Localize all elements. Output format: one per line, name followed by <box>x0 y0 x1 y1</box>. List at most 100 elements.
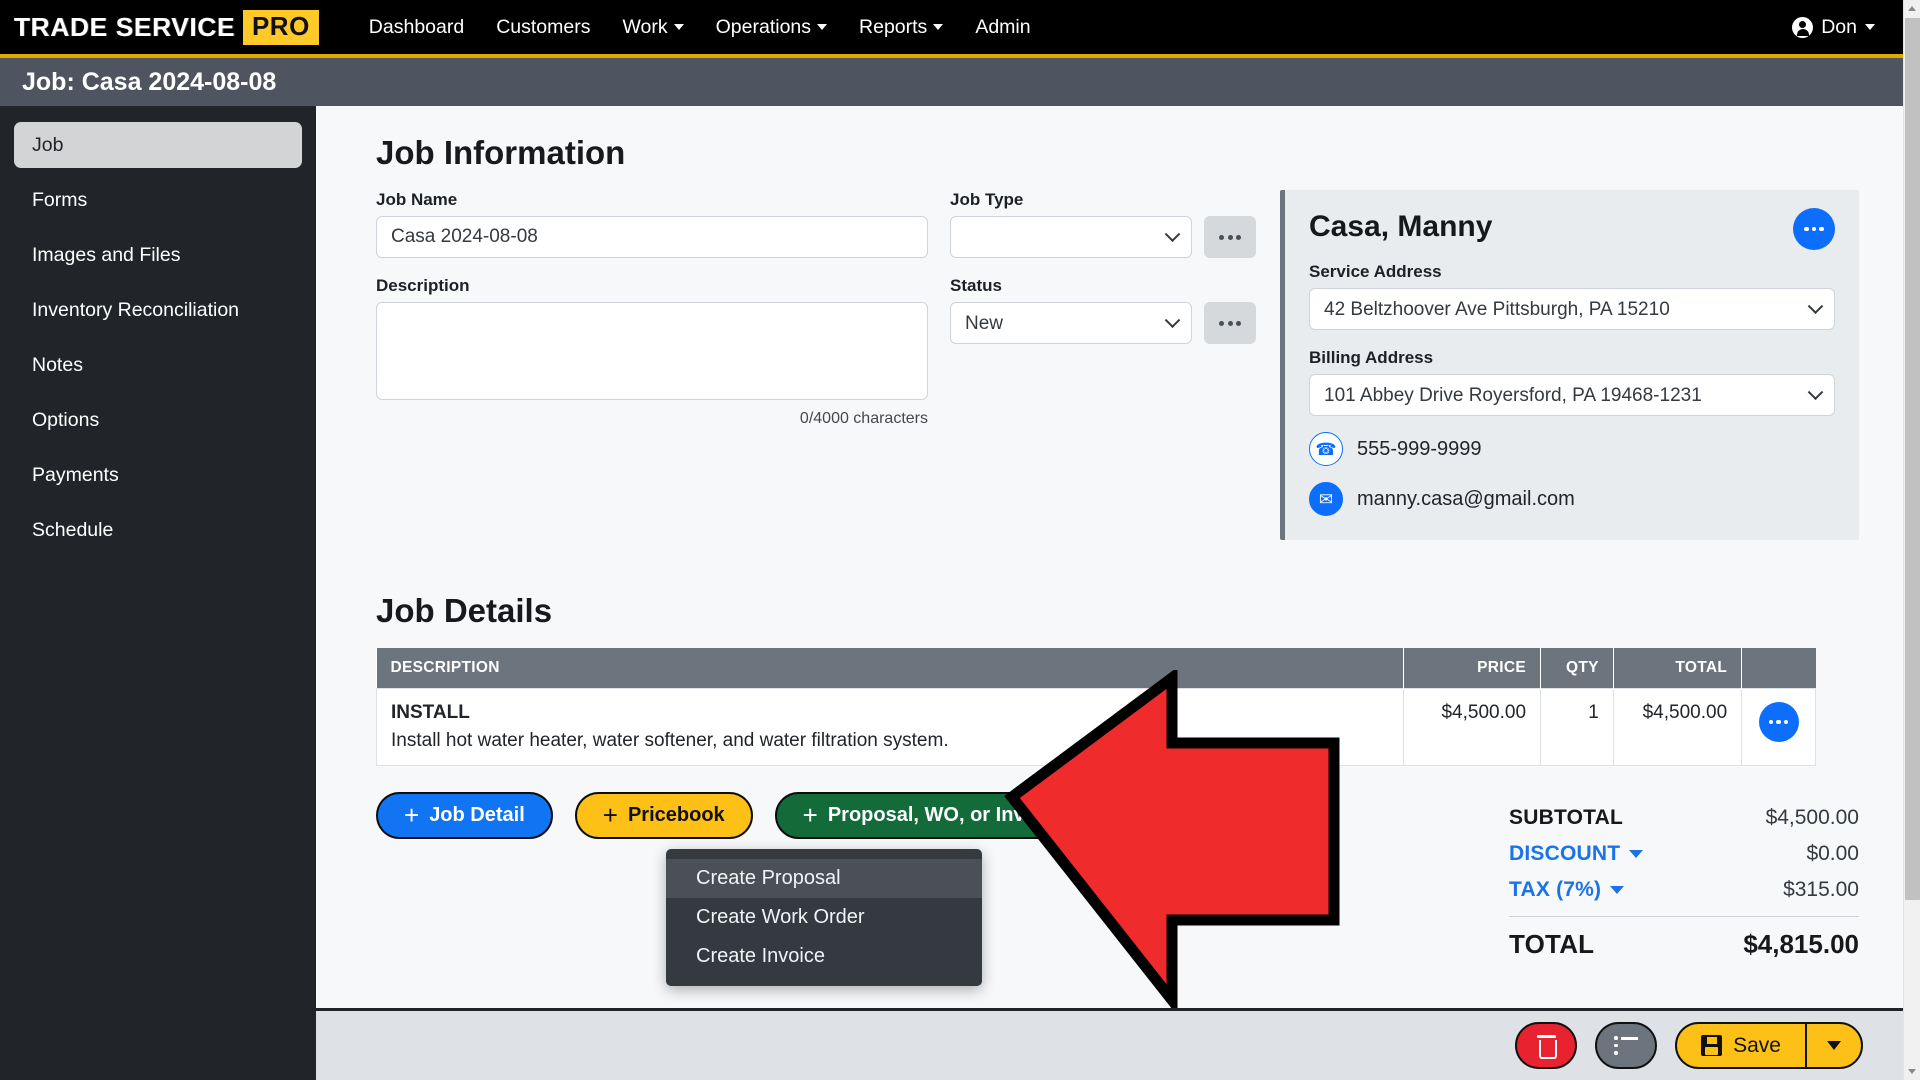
ellipsis-icon <box>1236 234 1241 240</box>
ellipsis-icon <box>1768 719 1774 725</box>
nav-item-label: Work <box>622 15 668 38</box>
job-information-left-column: Job Name Description 0/4000 characters <box>376 190 928 428</box>
scrollbar-thumb[interactable] <box>1905 18 1920 900</box>
description-char-count: 0/4000 characters <box>799 410 928 427</box>
sidebar-item-payments[interactable]: Payments <box>14 452 302 498</box>
dropdown-item-create-invoice[interactable]: Create Invoice <box>666 937 982 976</box>
cell-actions <box>1741 688 1816 766</box>
scroll-up-icon[interactable] <box>1908 6 1916 11</box>
column-header-qty: QTY <box>1540 648 1614 689</box>
page-titlebar: Job: Casa 2024-08-08 <box>0 58 1903 106</box>
list-bullet <box>1614 1036 1618 1040</box>
sidebar-item-job[interactable]: Job <box>14 122 302 168</box>
customer-phone: 555-999-9999 <box>1357 437 1482 460</box>
sidebar-item-label: Payments <box>32 463 119 486</box>
nav-item-reports[interactable]: Reports <box>843 10 959 45</box>
discount-toggle[interactable]: DISCOUNT <box>1509 842 1644 866</box>
app-logo[interactable]: TRADE SERVICE PRO <box>10 7 325 47</box>
nav-item-admin[interactable]: Admin <box>959 10 1046 45</box>
subtotal-label: SUBTOTAL <box>1509 806 1623 829</box>
list-button[interactable] <box>1595 1022 1658 1069</box>
job-information-row: Job Name Description 0/4000 characters J… <box>376 190 1859 540</box>
job-name-input[interactable] <box>376 216 928 258</box>
add-proposal-wo-invoice-button[interactable]: + Proposal, WO, or Invoice <box>774 792 1113 839</box>
line-item-more-button[interactable] <box>1758 702 1799 742</box>
job-type-row <box>950 216 1256 258</box>
plus-icon: + <box>602 799 618 830</box>
job-details-table-head: DESCRIPTION PRICE QTY TOTAL <box>376 648 1816 689</box>
discount-row: DISCOUNT $0.00 <box>1509 842 1859 866</box>
user-name: Don <box>1821 15 1857 38</box>
save-options-button[interactable] <box>1805 1024 1861 1067</box>
sidebar-item-label: Job <box>32 133 64 156</box>
ellipsis-icon <box>1219 320 1224 326</box>
status-select-wrap: New <box>950 302 1192 344</box>
sidebar-item-forms[interactable]: Forms <box>14 177 302 223</box>
discount-value: $0.00 <box>1806 842 1859 865</box>
proposal-wo-invoice-dropdown: Create Proposal Create Work Order Create… <box>666 849 982 986</box>
content-area: Job Information Job Name Description 0/4… <box>316 106 1903 986</box>
tax-value: $315.00 <box>1783 878 1859 901</box>
dropdown-item-label: Create Proposal <box>696 867 841 889</box>
nav-item-operations[interactable]: Operations <box>700 10 843 45</box>
customer-phone-row[interactable]: ☎ 555-999-9999 <box>1309 432 1835 466</box>
delete-button[interactable] <box>1515 1022 1578 1069</box>
sidebar-item-options[interactable]: Options <box>14 397 302 443</box>
add-job-detail-button[interactable]: + Job Detail <box>376 792 553 839</box>
nav-item-work[interactable]: Work <box>606 10 699 45</box>
line-item-description: Install hot water heater, water softener… <box>391 730 949 751</box>
dropdown-item-create-work-order[interactable]: Create Work Order <box>666 898 982 937</box>
customer-more-button[interactable] <box>1793 208 1835 250</box>
job-type-more-button[interactable] <box>1204 216 1256 258</box>
service-address-label: Service Address <box>1309 262 1442 281</box>
column-header-total: TOTAL <box>1613 648 1743 689</box>
column-header-description: DESCRIPTION <box>376 648 1405 689</box>
job-information-form: Job Name Description 0/4000 characters J… <box>376 190 1256 540</box>
description-label: Description <box>376 276 470 295</box>
billing-address-select[interactable]: 101 Abbey Drive Royersford, PA 19468-123… <box>1309 374 1835 416</box>
add-job-detail-label: Job Detail <box>429 804 525 826</box>
job-details-section: Job Details DESCRIPTION PRICE QTY TOTAL <box>375 592 1859 986</box>
chevron-down-icon <box>673 24 684 30</box>
customer-email-row[interactable]: ✉ manny.casa@gmail.com <box>1309 482 1835 516</box>
customer-email: manny.casa@gmail.com <box>1357 487 1575 510</box>
dropdown-item-label: Create Work Order <box>696 906 865 928</box>
footer-action-bar: Save <box>316 1008 1903 1080</box>
nav-item-dashboard[interactable]: Dashboard <box>353 10 480 45</box>
sidebar-item-images-and-files[interactable]: Images and Files <box>14 232 302 278</box>
subtotal-value: $4,500.00 <box>1765 806 1859 829</box>
chevron-down-icon <box>1074 812 1085 819</box>
add-pricebook-button[interactable]: + Pricebook <box>574 792 753 839</box>
ellipsis-icon <box>1819 226 1824 232</box>
service-address-select[interactable]: 42 Beltzhoover Ave Pittsburgh, PA 15210 <box>1309 288 1835 330</box>
vertical-scrollbar[interactable] <box>1903 0 1920 1080</box>
status-select[interactable]: New <box>950 302 1192 344</box>
sidebar-item-schedule[interactable]: Schedule <box>14 507 302 553</box>
save-button[interactable]: Save <box>1677 1024 1805 1067</box>
chevron-down-icon <box>1827 1041 1841 1050</box>
total-value: $4,815.00 <box>1743 929 1859 959</box>
service-address-select-wrap: 42 Beltzhoover Ave Pittsburgh, PA 15210 <box>1309 288 1835 330</box>
sidebar-item-inventory-reconciliation[interactable]: Inventory Reconciliation <box>14 287 302 333</box>
tax-label: TAX (7%) <box>1509 878 1602 901</box>
dropdown-item-create-proposal[interactable]: Create Proposal <box>666 859 982 898</box>
sidebar: Job Forms Images and Files Inventory Rec… <box>0 106 316 1080</box>
phone-icon: ☎ <box>1309 432 1343 466</box>
chevron-down-icon <box>817 24 828 30</box>
nav-item-label: Operations <box>715 15 812 38</box>
top-navbar: TRADE SERVICE PRO Dashboard Customers Wo… <box>0 0 1903 58</box>
job-type-select[interactable] <box>950 216 1192 258</box>
sidebar-item-label: Forms <box>32 188 88 211</box>
job-information-right-column: Job Type Status New <box>950 190 1256 428</box>
nav-item-customers[interactable]: Customers <box>480 10 606 45</box>
billing-address-label: Billing Address <box>1309 348 1434 367</box>
ellipsis-icon <box>1804 226 1809 232</box>
job-details-table-body: INSTALL Install hot water heater, water … <box>375 688 1816 766</box>
list-bullet <box>1614 1051 1618 1055</box>
user-menu[interactable]: Don <box>1792 16 1875 39</box>
description-textarea[interactable] <box>376 302 928 400</box>
sidebar-item-notes[interactable]: Notes <box>14 342 302 388</box>
status-more-button[interactable] <box>1204 302 1256 344</box>
scroll-down-icon[interactable] <box>1908 1069 1916 1074</box>
tax-toggle[interactable]: TAX (7%) <box>1509 878 1625 902</box>
